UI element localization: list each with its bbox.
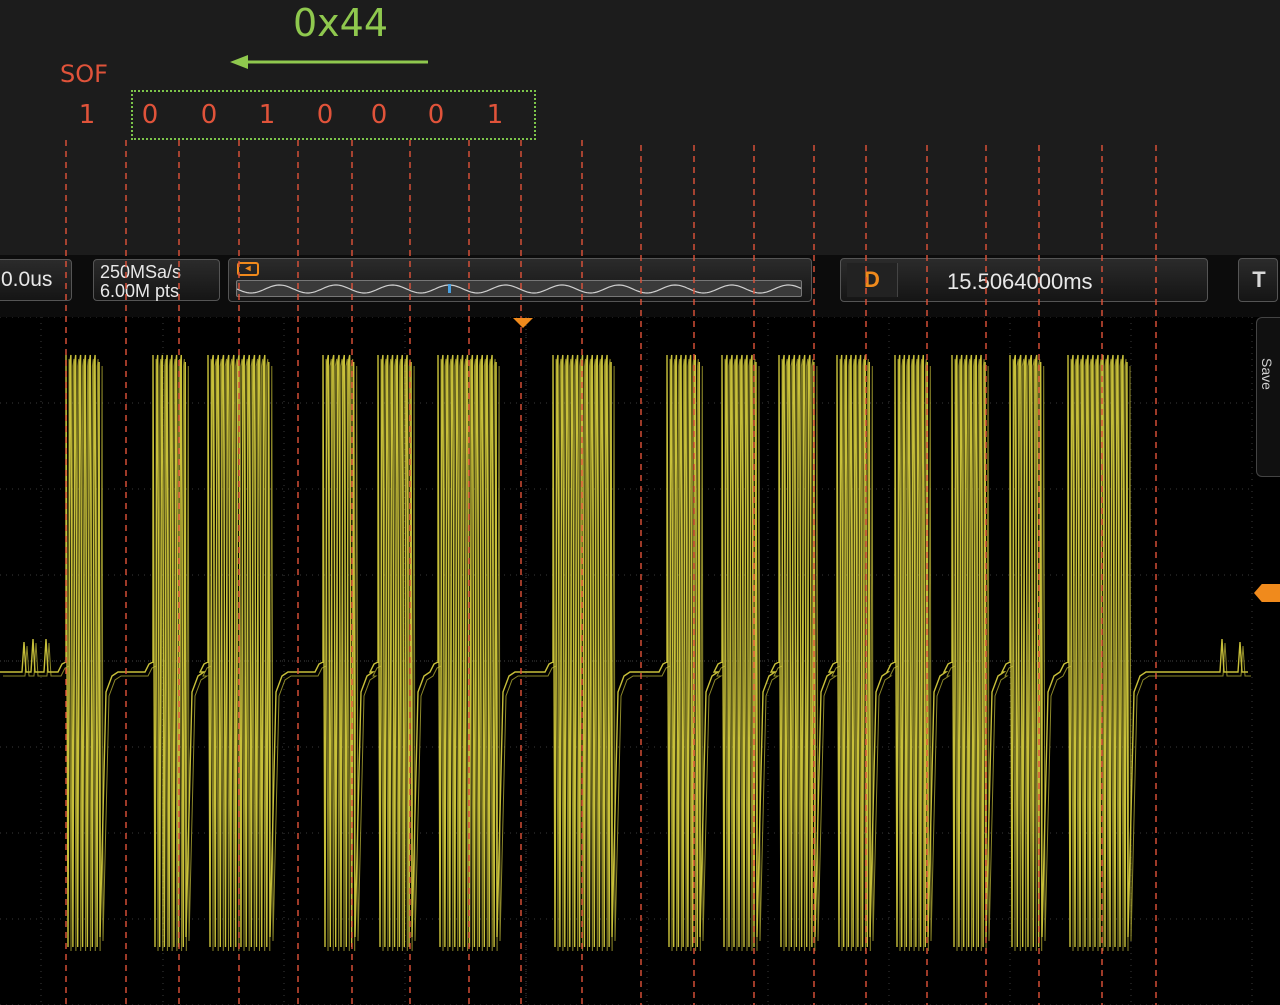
- annotation-area: 0x44 SOF 1 0 0 1 0 0 0 1: [0, 0, 1280, 255]
- timebase-value: 0.0us: [1, 268, 53, 291]
- bit-sof: 1: [78, 100, 96, 130]
- delay-value: 15.5064000ms: [947, 269, 1093, 294]
- side-tab-label: Save: [1259, 358, 1275, 390]
- bit-2: 1: [258, 100, 276, 130]
- trigger-position-icon: [513, 318, 533, 328]
- navigator-wave-icon: [236, 284, 802, 294]
- delay-readout[interactable]: D 15.5064000ms: [840, 258, 1208, 302]
- waveform-display[interactable]: [0, 317, 1280, 1005]
- bit-0: 0: [141, 100, 159, 130]
- bit-1: 0: [200, 100, 218, 130]
- sample-rate: 250MSa/s: [100, 262, 182, 282]
- waveform-navigator[interactable]: ◂: [228, 258, 812, 302]
- acquisition-readout[interactable]: 250MSa/s 6.00M pts: [93, 259, 220, 301]
- trigger-status-button[interactable]: T: [1238, 258, 1278, 302]
- bit-5: 0: [427, 100, 445, 130]
- memory-depth: 6.00M pts: [100, 281, 180, 301]
- bit-3: 0: [316, 100, 334, 130]
- bit-4: 0: [370, 100, 388, 130]
- channel-1-waveform: [0, 354, 1251, 952]
- bit-6: 1: [486, 100, 504, 130]
- navigator-icon: ◂: [237, 262, 259, 276]
- side-menu-tab[interactable]: Save: [1256, 317, 1280, 477]
- scope-toolbar: 0.0us 250MSa/s 6.00M pts ◂ D 15.5064000m…: [0, 255, 1280, 317]
- timebase-readout[interactable]: 0.0us: [0, 259, 72, 301]
- delay-icon: D: [847, 263, 898, 297]
- sof-label: SOF: [60, 60, 108, 88]
- navigator-strip[interactable]: [236, 280, 802, 297]
- trigger-label: T: [1252, 267, 1266, 292]
